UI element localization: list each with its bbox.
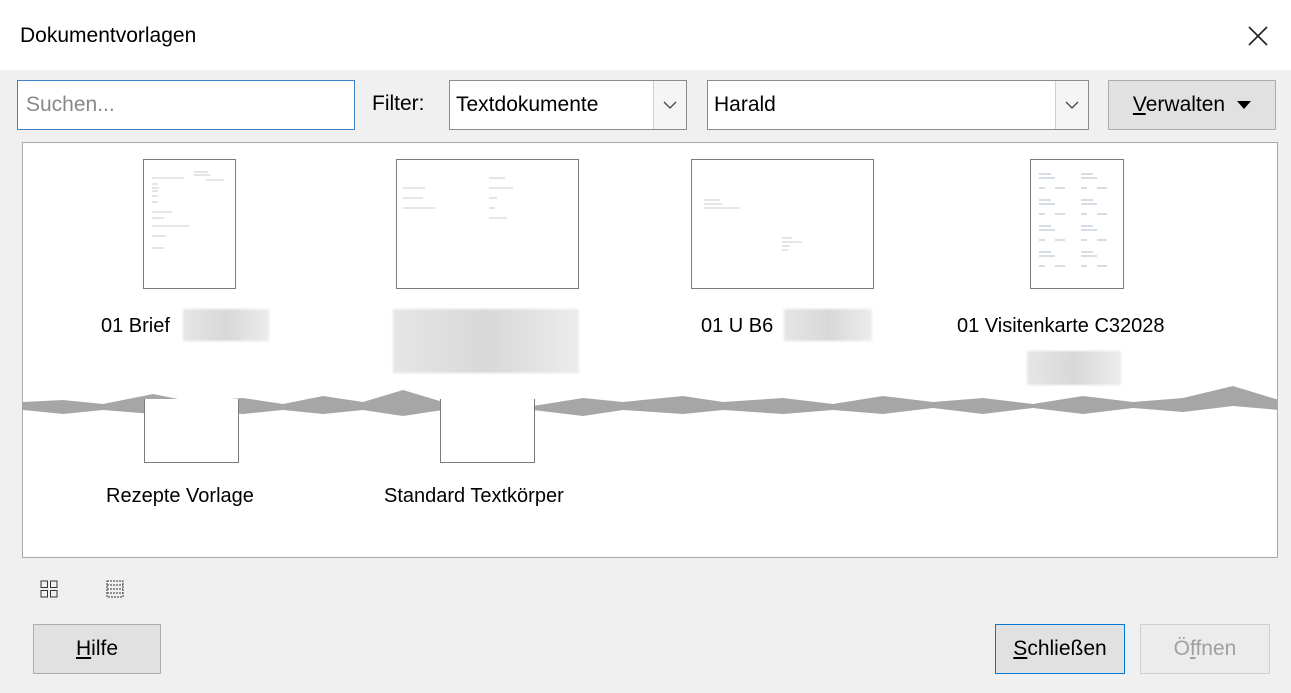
- manage-button[interactable]: Verwalten: [1108, 80, 1276, 130]
- template-label: Rezepte Vorlage: [106, 485, 254, 507]
- template-label: 01 Brief: [101, 315, 170, 337]
- dropdown-button[interactable]: [1055, 81, 1088, 129]
- template-thumbnail: [144, 399, 239, 463]
- template-thumbnail: [143, 159, 236, 289]
- help-label: Hilfe: [75, 637, 119, 660]
- grid-view-icon: [40, 580, 58, 598]
- chevron-down-icon: [663, 101, 677, 109]
- close-button[interactable]: [1236, 14, 1280, 58]
- template-label: Standard Textkörper: [384, 485, 564, 507]
- template-view[interactable]: 01 Brief 01 U B6 01 Visitenkarte C32028 …: [22, 142, 1278, 558]
- search-input[interactable]: [17, 80, 355, 130]
- template-item[interactable]: 01 U B6: [689, 157, 875, 347]
- category-dropdown[interactable]: Harald: [707, 80, 1089, 130]
- help-button[interactable]: Hilfe: [33, 624, 161, 674]
- filter-label: Filter:: [372, 92, 425, 115]
- redacted-region: [183, 309, 269, 341]
- template-thumbnail: [440, 399, 535, 463]
- templates-dialog: Dokumentvorlagen Filter: Textdokumente H…: [0, 0, 1291, 693]
- template-label: 01 Visitenkarte C32028: [957, 315, 1165, 337]
- dialog-title: Dokumentvorlagen: [20, 24, 197, 47]
- list-view-button[interactable]: [106, 580, 126, 600]
- close-dialog-button[interactable]: Schließen: [995, 624, 1125, 674]
- chevron-down-icon: [1065, 101, 1079, 109]
- template-thumbnail: [1030, 159, 1124, 289]
- template-item[interactable]: 01 Visitenkarte C32028: [957, 157, 1197, 385]
- template-item[interactable]: 01 Brief: [101, 157, 269, 347]
- manage-label: Verwalten: [1132, 93, 1226, 116]
- thumbnail-view-button[interactable]: [40, 580, 60, 600]
- open-label: Öffnen: [1173, 637, 1237, 660]
- filter-value: Textdokumente: [456, 93, 599, 116]
- template-item[interactable]: [393, 157, 579, 377]
- close-icon: [1248, 26, 1268, 46]
- triangle-down-icon: [1237, 100, 1252, 109]
- template-thumbnail: [691, 159, 874, 289]
- category-value: Harald: [714, 93, 776, 116]
- redacted-region: [784, 309, 872, 341]
- template-item[interactable]: Standard Textkörper: [379, 399, 599, 519]
- template-item[interactable]: Rezepte Vorlage: [103, 399, 283, 519]
- open-button[interactable]: Öffnen: [1140, 624, 1270, 674]
- dropdown-button[interactable]: [653, 81, 686, 129]
- template-thumbnail: [396, 159, 579, 289]
- redacted-region: [393, 309, 579, 373]
- list-view-icon: [106, 580, 124, 598]
- template-label: 01 U B6: [701, 315, 774, 337]
- close-label: Schließen: [1013, 637, 1107, 660]
- title-bar: Dokumentvorlagen: [0, 0, 1291, 70]
- filter-dropdown[interactable]: Textdokumente: [449, 80, 687, 130]
